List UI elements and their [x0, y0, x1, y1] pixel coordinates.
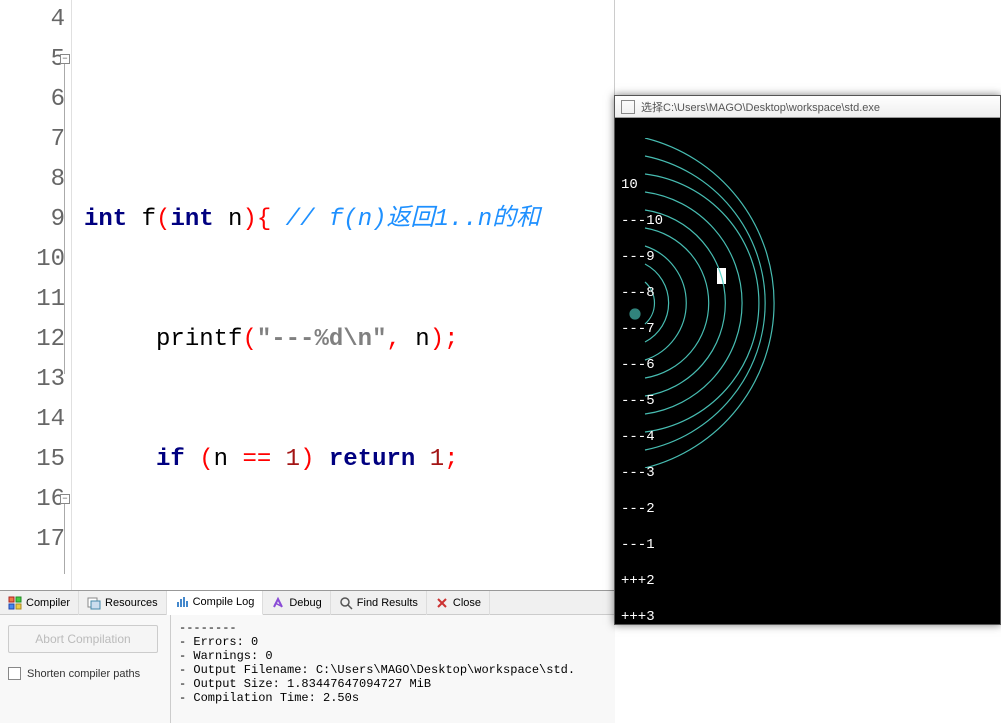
console-line: +++4: [621, 644, 994, 662]
console-line: ---7: [621, 320, 994, 338]
line-gutter: 4 5 6 7 8 9 10 11 12 13 14 15 16 17 − −: [0, 0, 72, 590]
find-icon: [339, 596, 353, 610]
line-number: 6: [0, 80, 71, 120]
code-editor[interactable]: 4 5 6 7 8 9 10 11 12 13 14 15 16 17 − − …: [0, 0, 615, 590]
line-number: 11: [0, 280, 71, 320]
compile-log-output[interactable]: -------- - Errors: 0 - Warnings: 0 - Out…: [170, 615, 615, 723]
abort-compilation-button: Abort Compilation: [8, 625, 158, 653]
console-line: ---10: [621, 212, 994, 230]
checkbox-icon[interactable]: [8, 667, 21, 680]
console-line: ---9: [621, 248, 994, 266]
line-number: 8: [0, 160, 71, 200]
resources-icon: [87, 596, 101, 610]
console-title: 选择C:\Users\MAGO\Desktop\workspace\std.ex…: [641, 99, 880, 115]
close-icon: [435, 596, 449, 610]
tab-label: Compiler: [26, 597, 70, 609]
console-line: ---3: [621, 464, 994, 482]
tab-compiler[interactable]: Compiler: [0, 591, 79, 615]
console-line: ---4: [621, 428, 994, 446]
console-window[interactable]: 选择C:\Users\MAGO\Desktop\workspace\std.ex…: [614, 95, 1001, 625]
console-line: ---2: [621, 500, 994, 518]
console-line: ---8: [621, 284, 994, 302]
line-number: 10: [0, 240, 71, 280]
console-line: +++2: [621, 572, 994, 590]
compiler-icon: [8, 596, 22, 610]
fold-line: [64, 504, 65, 574]
bottom-left-controls: Abort Compilation Shorten compiler paths: [0, 615, 170, 723]
tab-bar: Compiler Resources Compile Log Debug: [0, 591, 615, 615]
tab-label: Resources: [105, 597, 158, 609]
code-line: printf("---%d\n", n);: [72, 320, 614, 360]
code-line: if (n == 1) return 1;: [72, 440, 614, 480]
line-number: 9: [0, 200, 71, 240]
tab-close[interactable]: Close: [427, 591, 490, 615]
tab-label: Close: [453, 597, 481, 609]
shorten-paths-checkbox[interactable]: Shorten compiler paths: [8, 667, 162, 680]
tab-debug[interactable]: Debug: [263, 591, 330, 615]
tab-label: Debug: [289, 597, 321, 609]
line-number: 13: [0, 360, 71, 400]
line-number: 17: [0, 520, 71, 560]
console-line: +++5: [621, 680, 994, 698]
app-icon: [621, 100, 635, 114]
line-number: 15: [0, 440, 71, 480]
tab-compile-log[interactable]: Compile Log: [167, 591, 264, 615]
code-area[interactable]: int f(int n){ // f(n)返回1..n的和 printf("--…: [72, 0, 614, 590]
line-number: 12: [0, 320, 71, 360]
line-number: 7: [0, 120, 71, 160]
root: 的 4 5 6 7 8 9 10 11 12 13 14 15 16 17 − …: [0, 0, 1001, 723]
console-line: 10: [621, 176, 994, 194]
checkbox-label: Shorten compiler paths: [27, 668, 140, 680]
fold-toggle-icon[interactable]: −: [60, 54, 70, 64]
tab-label: Find Results: [357, 597, 418, 609]
console-output[interactable]: 10 ---10 ---9 ---8 ---7 ---6 ---5 ---4 -…: [615, 118, 1000, 624]
console-line: ---1: [621, 536, 994, 554]
console-line: +++6: [621, 716, 994, 723]
tab-resources[interactable]: Resources: [79, 591, 167, 615]
compile-log-icon: [175, 595, 189, 609]
console-line: +++3: [621, 608, 994, 626]
line-number: 14: [0, 400, 71, 440]
bottom-body: Abort Compilation Shorten compiler paths…: [0, 615, 615, 723]
code-line: int f(int n){ // f(n)返回1..n的和: [72, 200, 614, 240]
line-number: 4: [0, 0, 71, 40]
console-line: ---6: [621, 356, 994, 374]
debug-icon: [271, 596, 285, 610]
console-titlebar[interactable]: 选择C:\Users\MAGO\Desktop\workspace\std.ex…: [615, 96, 1000, 118]
tab-find-results[interactable]: Find Results: [331, 591, 427, 615]
bottom-panel: Compiler Resources Compile Log Debug: [0, 590, 615, 723]
console-line: ---5: [621, 392, 994, 410]
fold-toggle-icon[interactable]: −: [60, 494, 70, 504]
code-line: [72, 80, 614, 120]
fold-line: [64, 64, 65, 374]
tab-label: Compile Log: [193, 596, 255, 608]
